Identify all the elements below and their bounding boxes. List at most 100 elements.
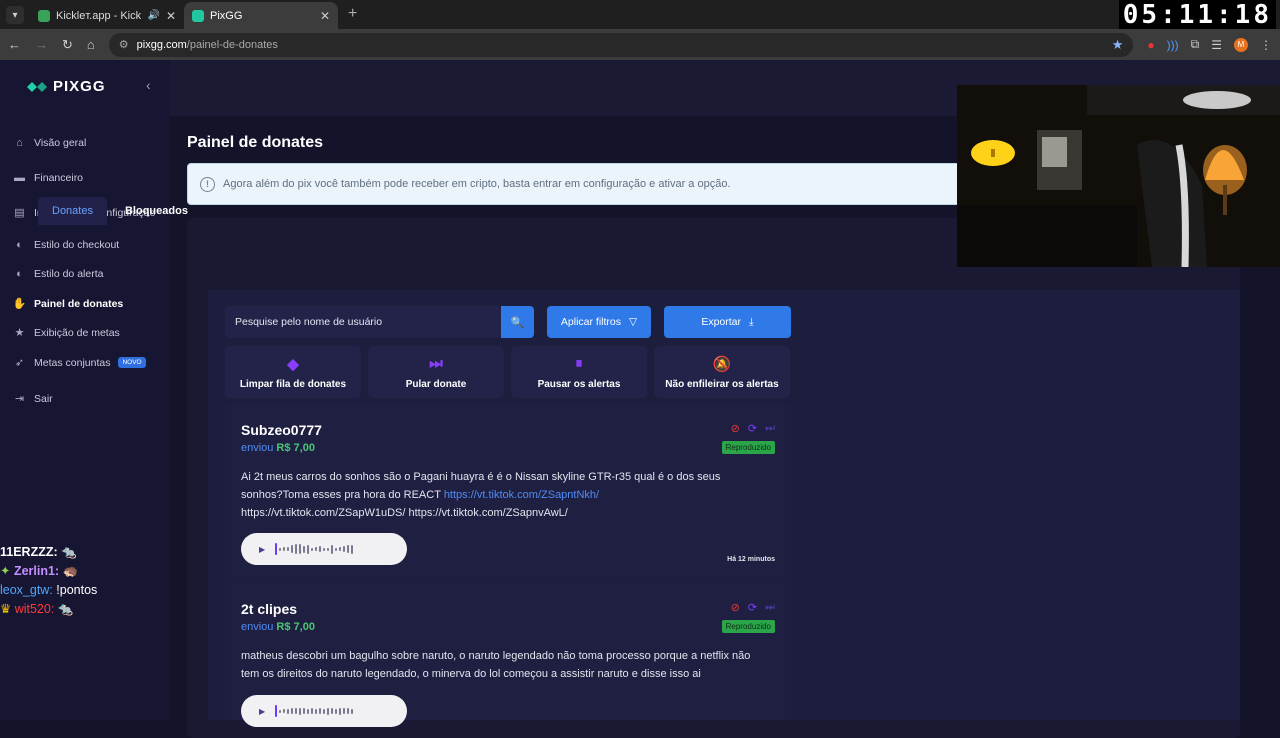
audio-waveform — [275, 542, 354, 556]
stream-clock: 05:11:18 — [1118, 0, 1276, 30]
export-label: Exportar — [701, 316, 742, 328]
sidebar-item-financeiro[interactable]: ▬ Financeiro — [13, 171, 83, 184]
forward-icon[interactable]: → — [35, 37, 48, 52]
waveform-bar — [335, 708, 338, 714]
webcam-image — [957, 85, 1280, 267]
rocket-icon: ➶ — [14, 357, 25, 369]
waveform-bar — [291, 708, 294, 714]
waveform-bar — [331, 544, 334, 554]
waveform-bar — [295, 544, 298, 554]
search-button[interactable]: 🔍 — [501, 306, 534, 338]
reading-list-icon[interactable]: ☰ — [1211, 38, 1222, 52]
extension-red-icon[interactable]: ● — [1147, 38, 1154, 52]
pixgg-logo-icon — [27, 81, 47, 92]
waveform-bar — [311, 708, 314, 714]
block-icon[interactable]: ⊘ — [731, 422, 740, 435]
skip-icon[interactable]: ⏭ — [765, 601, 775, 614]
sidebar-item-sair[interactable]: ⇥ Sair — [13, 392, 53, 406]
donation-item: 2t clipes enviou R$ 7,00 ⊘ ⟳ ⏭ Reproduzid… — [225, 584, 791, 727]
emote-icon: 🦔 — [62, 564, 79, 578]
tab-search-button[interactable]: ▾ — [6, 6, 24, 24]
waveform-bar — [287, 547, 290, 551]
tab-bloqueados[interactable]: Bloqueados — [111, 197, 202, 225]
sidebar-item-label: Financeiro — [34, 171, 84, 184]
search-icon: 🔍 — [510, 316, 525, 329]
palette-icon: ◐ — [16, 267, 23, 280]
sidebar-item-metas-conjuntas[interactable]: ➶ Metas conjuntas NOVO — [13, 356, 146, 369]
filters-label: Aplicar filtros — [560, 316, 622, 328]
reload-icon[interactable]: ↻ — [62, 37, 73, 53]
sidebar-item-label: Estilo do alerta — [34, 267, 104, 280]
play-icon[interactable]: ▶ — [259, 545, 265, 554]
page-title: Painel de donates — [187, 134, 324, 151]
export-button[interactable]: Exportar ⤓ — [664, 306, 791, 338]
donates-tabs: Donates Bloqueados — [38, 197, 202, 225]
sidebar-item-estilo-alerta[interactable]: ◐ Estilo do alerta — [13, 267, 103, 280]
chat-user: Zerlin1: — [13, 564, 60, 578]
search-input[interactable]: Pesquise pelo nome de usuário — [225, 306, 501, 338]
bell-off-icon: 🔕 — [712, 355, 732, 373]
waveform-bar — [323, 547, 326, 551]
close-tab-icon[interactable]: ✕ — [320, 9, 330, 23]
audio-player[interactable]: ▶ — [241, 695, 407, 727]
waveform-bar — [279, 709, 282, 713]
message-tail: https://vt.tiktok.com/ZSapW1uDS/ https:/… — [241, 507, 568, 519]
site-info-icon[interactable]: ⚙ — [119, 38, 129, 51]
clear-queue-button[interactable]: ◆ Limpar fila de donates — [225, 346, 361, 398]
status-badge: Reproduzido — [721, 441, 775, 454]
info-text: Agora além do pix você também pode receb… — [223, 178, 731, 190]
sidebar-item-estilo-checkout[interactable]: ◐ Estilo do checkout — [13, 238, 119, 251]
skip-donate-button[interactable]: ⏭ Pular donate — [368, 346, 504, 398]
back-icon[interactable]: ← — [8, 37, 21, 52]
message-link[interactable]: https://vt.tiktok.com/ZSapntNkh/ — [444, 489, 599, 501]
audio-player[interactable]: ▶ — [241, 533, 407, 565]
sidebar-item-visao-geral[interactable]: ⌂ Visão geral — [13, 136, 86, 149]
replay-icon[interactable]: ⟳ — [748, 422, 757, 435]
home-icon: ⌂ — [16, 136, 23, 149]
action-label: Limpar fila de donates — [239, 378, 347, 390]
extension-wave-icon[interactable]: ))) — [1167, 38, 1179, 52]
extensions-puzzle-icon[interactable]: ⧉ — [1191, 37, 1200, 52]
url-host: pixgg.com — [136, 38, 187, 51]
stream-chat-overlay: 11ERZZZ: 🐀 ✦ Zerlin1: 🦔 leox_gtw: !ponto… — [0, 543, 97, 619]
hand-coins-icon: ✋ — [12, 298, 27, 310]
browser-tab-pixgg[interactable]: PixGG ✕ — [184, 2, 338, 29]
star-icon: ★ — [14, 327, 25, 339]
waveform-bar — [339, 547, 342, 551]
extensions-area: ● ))) ⧉ ☰ M ⋮ — [1147, 37, 1272, 52]
pixgg-logo[interactable]: PIXGG — [27, 78, 106, 95]
replay-icon[interactable]: ⟳ — [748, 601, 757, 614]
waveform-bar — [299, 707, 302, 715]
skip-icon[interactable]: ⏭ — [765, 422, 775, 435]
waveform-bar — [315, 547, 318, 551]
waveform-bar — [307, 544, 310, 554]
donor-name: Subzeo0777 — [241, 422, 322, 438]
bookmark-star-icon[interactable]: ★ — [1112, 37, 1124, 53]
url-field[interactable]: ⚙ pixgg.com/painel-de-donates ★ — [108, 32, 1134, 57]
browser-tab-kicklet[interactable]: Kickleт.app - Kick Chatbot a 🔊 ✕ — [30, 2, 184, 29]
play-icon[interactable]: ▶ — [259, 707, 265, 716]
filter-icon: ▽ — [629, 316, 638, 328]
speaker-icon[interactable]: 🔊 — [147, 10, 159, 21]
profile-avatar[interactable]: M — [1234, 37, 1248, 52]
collapse-sidebar-icon[interactable]: ‹ — [146, 77, 151, 93]
apply-filters-button[interactable]: Aplicar filtros ▽ — [547, 306, 651, 338]
action-label: Pausar os alertas — [537, 378, 621, 390]
pause-alerts-button[interactable]: ⏸ Pausar os alertas — [511, 346, 647, 398]
sidebar-item-painel-donates[interactable]: ✋ Painel de donates — [12, 297, 124, 311]
new-tab-icon[interactable]: + — [348, 5, 357, 23]
no-queue-alerts-button[interactable]: 🔕 Não enfileirar os alertas — [654, 346, 790, 398]
sidebar-item-exibicao-metas[interactable]: ★ Exibição de metas — [13, 326, 120, 340]
wallet-icon: ▬ — [14, 171, 25, 184]
sent-label: enviou — [241, 442, 274, 454]
action-label: Não enfileirar os alertas — [665, 378, 779, 390]
palette-icon: ◐ — [16, 238, 23, 251]
donation-amount-line: enviou R$ 7,00 — [241, 621, 315, 633]
home-icon[interactable]: ⌂ — [87, 37, 95, 52]
menu-kebab-icon[interactable]: ⋮ — [1260, 38, 1272, 52]
donation-message: Ai 2t meus carros do sonhos são o Pagani… — [241, 468, 761, 522]
close-tab-icon[interactable]: ✕ — [166, 9, 176, 23]
tab-donates[interactable]: Donates — [38, 197, 107, 225]
block-icon[interactable]: ⊘ — [731, 601, 740, 614]
audio-waveform — [275, 704, 354, 718]
